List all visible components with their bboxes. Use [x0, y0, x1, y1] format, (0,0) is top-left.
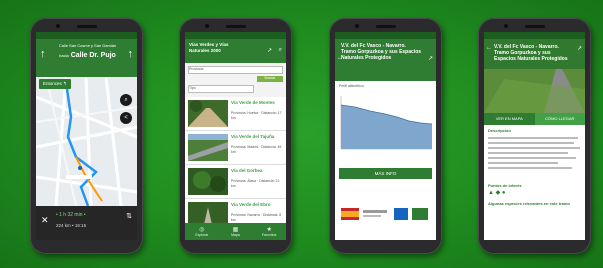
profile-screen: ← V.V. del Fc Vasco - Navarro. Tramo Gor…	[335, 32, 436, 240]
route-thumbnail	[188, 134, 228, 161]
type-select[interactable]: Tipo	[188, 85, 254, 93]
status-bar	[484, 32, 585, 39]
app-title: Vías Verdes y Vías Naturales 2000	[189, 42, 229, 53]
description-text	[484, 134, 585, 180]
item-title: Vía Verde del Tajuña	[231, 134, 275, 139]
item-desc: Provincia: Madrid · Distancia: 49 km	[231, 145, 282, 154]
directions-button[interactable]: CÓMO LLEGAR	[534, 113, 585, 125]
phone-detail: V.V. del Fc Vasco - Navarro. Tramo Gorpu…	[478, 18, 591, 254]
star-icon: ★	[266, 227, 272, 233]
navigation-footer: ✕ • 1 h 32 min • 224 km • 16:15 ⇅	[36, 206, 137, 240]
list-item[interactable]: Vía del Gorbea Provincia: Álava · Distan…	[185, 165, 286, 199]
view-on-map-button[interactable]: VER EN MAPA	[484, 113, 535, 125]
list-item[interactable]: Vía Verde de Montes Provincia: Huelva · …	[185, 97, 286, 131]
close-icon[interactable]: ✕	[41, 215, 49, 226]
route-header: ← V.V. del Fc Vasco - Navarro. Tramo Gor…	[335, 39, 436, 81]
phone-navigation: ↑ ↑ Calle San Cosme y San Damián hacia C…	[30, 18, 143, 254]
filters: Provincia TipoBuscar	[185, 63, 286, 97]
route-thumbnail	[188, 168, 228, 195]
section-heading: Algunas especies relevantes en este tram…	[488, 200, 570, 206]
back-arrow-icon[interactable]: ←	[486, 45, 492, 51]
compass-icon: ◎	[199, 227, 205, 233]
list-screen: Vías Verdes y Vías Naturales 2000 ↗ ⌕ Pr…	[185, 32, 286, 240]
search-button[interactable]: Buscar	[257, 76, 283, 82]
item-desc: Provincia: Álava · Distancia: 12 km	[231, 179, 280, 188]
more-info-button[interactable]: MÁS INFO	[339, 168, 432, 179]
sponsor-logos-image	[341, 208, 428, 220]
phone-profile: ← V.V. del Fc Vasco - Navarro. Tramo Gor…	[329, 18, 442, 254]
next-step-chip[interactable]: Entonces ↰	[39, 79, 71, 89]
hero-image: V.V. del Fc Vasco - Navarro. Tramo Gorpu…	[484, 39, 585, 113]
back-arrow-icon[interactable]: ←	[337, 55, 343, 61]
tab-map[interactable]: ▦ Mapa	[219, 223, 253, 240]
description-lines	[488, 137, 580, 169]
eta-text: • 1 h 32 min •	[56, 212, 86, 218]
status-bar	[36, 32, 137, 39]
street-line: Calle San Cosme y San Damián	[58, 43, 117, 48]
share-icon[interactable]: ↗	[577, 45, 582, 52]
route-title: V.V. del Fc Vasco - Navarro. Tramo Gorpu…	[341, 43, 422, 61]
status-bar	[185, 32, 286, 39]
distance-text: 224 km • 16:15	[56, 223, 87, 228]
bottom-tab-bar: ◎ Explorar ▦ Mapa ★ Favoritos	[185, 223, 286, 240]
section-heading: Puntos de interés	[488, 182, 522, 188]
search-button[interactable]: ⌕	[120, 94, 132, 106]
share-icon[interactable]: ↗	[428, 55, 433, 62]
share-button[interactable]: <	[120, 112, 132, 124]
street-name: hacia Calle Dr. Pujo	[59, 52, 116, 59]
item-desc: Provincia: Huelva · Distancia: 17 km	[231, 111, 282, 120]
sponsor-logos	[339, 200, 432, 230]
route-title: V.V. del Fc Vasco - Navarro. Tramo Gorpu…	[484, 39, 585, 69]
item-desc: Provincia: Navarra · Distancia: 8 km	[231, 213, 282, 222]
route-options-icon[interactable]: ⇅	[126, 212, 132, 220]
phone-list: Vías Verdes y Vías Naturales 2000 ↗ ⌕ Pr…	[179, 18, 292, 254]
search-icon[interactable]: ⌕	[279, 47, 282, 54]
item-title: Vía del Gorbea	[231, 168, 263, 173]
tab-favorites[interactable]: ★ Favoritos	[252, 223, 286, 240]
chart-label: Perfil altimétrico	[339, 84, 364, 88]
item-title: Vía Verde de Montes	[231, 100, 275, 105]
turn-arrow-icon: ↑	[40, 48, 46, 60]
detail-screen: V.V. del Fc Vasco - Navarro. Tramo Gorpu…	[484, 32, 585, 240]
tab-explore[interactable]: ◎ Explorar	[185, 223, 219, 240]
status-bar	[335, 32, 436, 39]
map-icon: ▦	[232, 227, 239, 233]
share-icon[interactable]: ↗	[267, 47, 272, 54]
route-thumbnail	[188, 100, 228, 127]
poi-icons: ▲ ◆ ●	[488, 189, 506, 196]
app-header: Vías Verdes y Vías Naturales 2000 ↗ ⌕	[185, 39, 286, 63]
action-buttons: VER EN MAPA CÓMO LLEGAR	[484, 113, 585, 125]
list-item[interactable]: Vía Verde del Tajuña Provincia: Madrid ·…	[185, 131, 286, 165]
navigation-screen: ↑ ↑ Calle San Cosme y San Damián hacia C…	[36, 32, 137, 240]
elevation-chart	[340, 96, 433, 150]
province-select[interactable]: Provincia	[188, 66, 283, 74]
next-arrow-icon: ↑	[127, 48, 134, 60]
section-heading: Descripción	[488, 128, 511, 133]
navigation-header: ↑ ↑ Calle San Cosme y San Damián hacia C…	[36, 39, 137, 77]
item-title: Vía Verde del Ebro	[231, 202, 271, 207]
